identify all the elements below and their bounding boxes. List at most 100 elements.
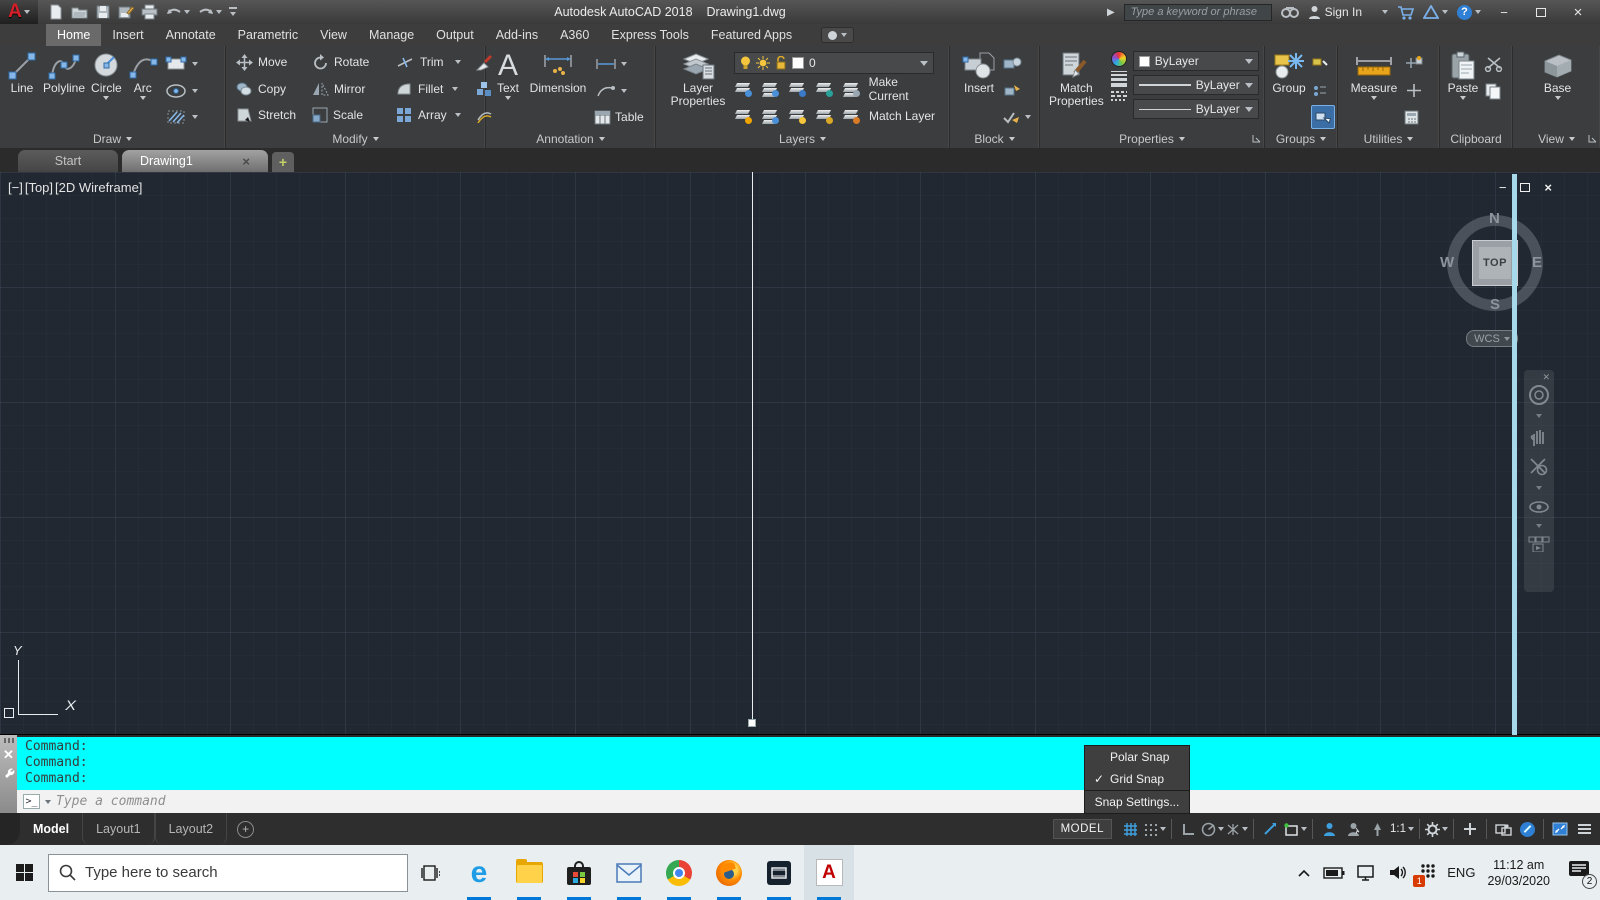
tray-app-button[interactable]: 1 <box>1413 863 1435 887</box>
line-button[interactable]: Line <box>4 49 40 129</box>
command-wrench-icon[interactable] <box>3 767 15 779</box>
application-menu-button[interactable]: A <box>0 0 38 24</box>
start-button[interactable] <box>0 845 48 900</box>
search-expand-arrow-icon[interactable]: ▶ <box>1107 7 1115 18</box>
copy-button[interactable]: Copy <box>236 76 312 102</box>
rotate-button[interactable]: Rotate <box>312 49 396 75</box>
edit-attributes-button[interactable] <box>1002 79 1031 103</box>
leader-button[interactable] <box>594 79 644 103</box>
paste-button[interactable]: Paste <box>1444 49 1482 129</box>
layer-thaw-tool-icon[interactable] <box>761 109 779 124</box>
modify-panel-label[interactable]: Modify <box>226 129 485 148</box>
drawn-vertical-line[interactable] <box>752 172 753 723</box>
command-history[interactable]: Command: Command: Command: <box>17 737 1600 790</box>
object-snap-toggle[interactable] <box>1283 817 1307 841</box>
osnap-tracking-toggle[interactable] <box>1259 817 1281 841</box>
annotation-monitor-toggle[interactable] <box>1459 817 1481 841</box>
insert-block-button[interactable]: Insert <box>956 49 1002 129</box>
layer-properties-button[interactable]: Layer Properties <box>662 49 734 129</box>
plot-button[interactable] <box>141 4 158 20</box>
group-selection-toggle[interactable] <box>1311 105 1335 129</box>
task-view-button[interactable] <box>408 845 454 900</box>
snap-caret-icon[interactable] <box>1160 827 1166 831</box>
properties-panel-label[interactable]: Properties <box>1040 129 1264 148</box>
polar-tracking-toggle[interactable] <box>1201 817 1224 841</box>
linetype-dropdown[interactable]: ByLayer <box>1132 99 1259 119</box>
viewcube-east[interactable]: E <box>1532 254 1542 271</box>
taskbar-app-movies[interactable] <box>754 845 804 900</box>
layer-off-tool-icon[interactable] <box>734 82 752 97</box>
save-as-button[interactable] <box>118 4 134 20</box>
viewport-control-menu[interactable]: [−] <box>8 180 23 195</box>
annotation-scale-tool[interactable] <box>1366 817 1388 841</box>
hatch-tool-button[interactable] <box>165 105 198 129</box>
zoom-extents-icon[interactable] <box>1528 456 1550 478</box>
clipboard-panel-label[interactable]: Clipboard <box>1440 129 1512 148</box>
layer-isolate-tool-icon[interactable] <box>761 82 779 97</box>
annotation-visibility-toggle[interactable] <box>1318 817 1340 841</box>
viewport-visual-style-control[interactable]: [2D Wireframe] <box>55 180 142 195</box>
snap-mode-toggle[interactable] <box>1143 817 1166 841</box>
graphics-performance-toggle[interactable] <box>1516 817 1538 841</box>
utilities-panel-label[interactable]: Utilities <box>1338 129 1439 148</box>
autoscale-toggle[interactable] <box>1342 817 1364 841</box>
text-button[interactable]: A Text <box>494 49 522 129</box>
viewcube-north[interactable]: N <box>1489 210 1500 227</box>
mirror-button[interactable]: Mirror <box>312 76 396 102</box>
make-current-button[interactable]: Make Current <box>869 75 941 103</box>
stretch-button[interactable]: Stretch <box>236 102 312 128</box>
arc-button[interactable]: Arc <box>125 49 161 129</box>
polar-caret-icon[interactable] <box>1218 827 1224 831</box>
tab-insert[interactable]: Insert <box>101 24 154 46</box>
trim-button[interactable]: Trim <box>396 49 476 75</box>
tab-parametric[interactable]: Parametric <box>227 24 309 46</box>
network-display-icon[interactable] <box>1357 864 1377 881</box>
language-indicator[interactable]: ENG <box>1447 865 1475 880</box>
speaker-icon[interactable] <box>1389 865 1408 880</box>
ortho-toggle[interactable] <box>1177 817 1199 841</box>
tab-manage[interactable]: Manage <box>358 24 425 46</box>
tab-output[interactable]: Output <box>425 24 485 46</box>
navigation-bar[interactable]: ✕ <box>1524 370 1554 592</box>
clean-screen-toggle[interactable] <box>1549 817 1571 841</box>
taskbar-app-store[interactable] <box>554 845 604 900</box>
tab-home[interactable]: Home <box>46 24 102 46</box>
ungroup-button[interactable] <box>1311 52 1335 76</box>
table-button[interactable]: Table <box>594 105 644 129</box>
layers-panel-label[interactable]: Layers <box>656 129 949 148</box>
customize-status-button[interactable] <box>1573 817 1595 841</box>
tab-featured-apps[interactable]: Featured Apps <box>700 24 803 46</box>
viewcube-west[interactable]: W <box>1440 254 1454 271</box>
minimize-button[interactable]: − <box>1490 5 1518 20</box>
taskbar-app-mail[interactable] <box>604 845 654 900</box>
view-panel-label[interactable]: View <box>1513 129 1600 148</box>
line-endpoint-grip[interactable] <box>748 719 756 727</box>
customize-qat-button[interactable] <box>229 7 237 16</box>
layer-freeze-tool-icon[interactable] <box>788 82 806 97</box>
linear-dimension-button[interactable] <box>594 52 644 76</box>
measure-button[interactable]: Measure <box>1344 49 1404 129</box>
lineweight-dropdown[interactable]: ByLayer <box>1132 75 1259 95</box>
scale-button[interactable]: Scale <box>312 102 396 128</box>
command-input[interactable] <box>56 794 1594 809</box>
copy-clip-button[interactable] <box>1484 79 1504 103</box>
save-button[interactable] <box>95 4 111 20</box>
group-edit-button[interactable] <box>1311 79 1335 103</box>
navbar-close-icon[interactable]: ✕ <box>1542 372 1550 383</box>
taskbar-app-edge[interactable]: e <box>454 845 504 900</box>
command-window-grip[interactable]: ✕ <box>0 735 17 813</box>
pan-hand-icon[interactable] <box>1529 426 1549 448</box>
circle-button[interactable]: Circle <box>88 49 125 129</box>
create-block-button[interactable] <box>1002 52 1031 76</box>
ellipse-tool-button[interactable] <box>165 79 198 103</box>
draw-panel-label[interactable]: Draw <box>0 129 225 148</box>
menu-item-grid-snap[interactable]: ✓ Grid Snap <box>1085 768 1189 790</box>
block-attributes-button[interactable] <box>1002 105 1031 129</box>
annotation-panel-label[interactable]: Annotation <box>486 129 655 148</box>
help-button[interactable]: ? <box>1457 4 1481 20</box>
model-tab[interactable]: Model <box>20 813 82 845</box>
taskbar-app-autocad[interactable]: A <box>804 845 854 900</box>
match-properties-button[interactable]: Match Properties <box>1046 49 1107 129</box>
new-drawing-tab-button[interactable]: + <box>272 152 294 172</box>
search-binoculars-icon[interactable] <box>1280 5 1299 19</box>
